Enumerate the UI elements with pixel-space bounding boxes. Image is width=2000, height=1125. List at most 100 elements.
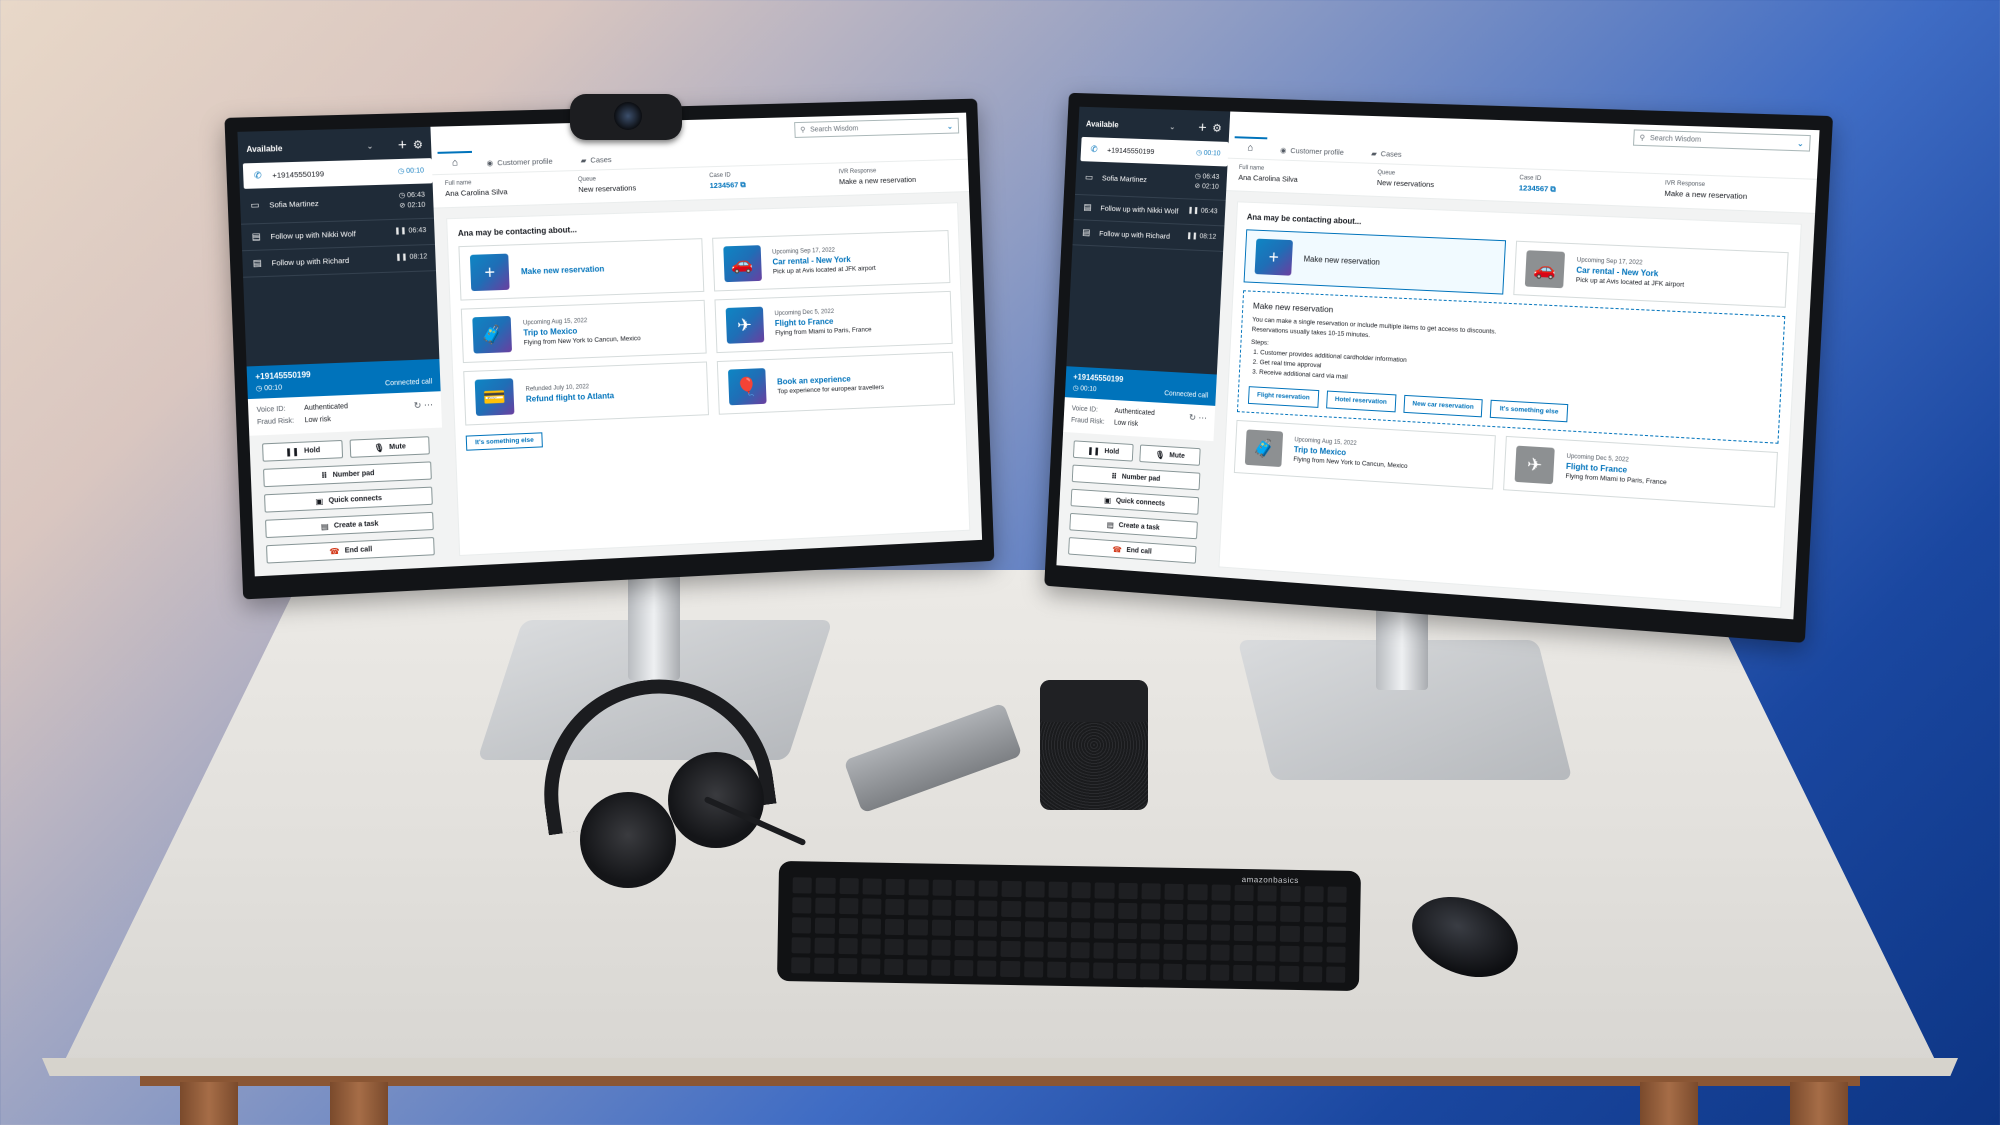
keyboard-key [1209, 944, 1230, 961]
keyboard-key [1256, 925, 1277, 942]
chevron-down-icon[interactable]: ⌄ [947, 121, 954, 130]
tab-cases[interactable]: ▰ Cases [1357, 148, 1416, 164]
quick-connects-button[interactable]: ▣ Quick connects [1070, 488, 1200, 515]
something-else-button[interactable]: It's something else [465, 432, 544, 451]
search-placeholder: Search Wisdom [1649, 134, 1702, 144]
reason-card[interactable]: 🎈 Book an experience Top experience for eu… [716, 351, 955, 415]
keyboard-key [815, 917, 835, 934]
chevron-down-icon[interactable]: ⌄ [1169, 122, 1176, 131]
hold-button[interactable]: ❚❚ Hold [262, 439, 344, 462]
reason-card[interactable]: 🧳 Upcoming Aug 15, 2022 Trip to Mexico Flyi… [1233, 419, 1496, 490]
mute-button[interactable]: 🎙 Mute [349, 436, 430, 458]
quick-connects-button[interactable]: ▣ Quick connects [264, 486, 433, 513]
reason-card[interactable]: 💳 Refunded July 10, 2022 Refund flight to … [463, 361, 709, 426]
timer-value: 00:10 [405, 166, 425, 175]
call-actions: ↻ ⋯ [1188, 410, 1208, 426]
keyboard-key [1257, 905, 1277, 922]
reason-card[interactable]: 🧳 Upcoming Aug 15, 2022 Trip to Mexico Flyi… [460, 299, 707, 364]
search-wisdom-input[interactable]: ⚲ Search Wisdom ⌄ [794, 117, 960, 138]
right-screen: Available ⌄ + ⚙ ✆ +19145550199 ◷ 00:10 ▭… [1056, 106, 1820, 620]
tab-home[interactable]: ⌂ [437, 150, 473, 175]
number-pad-button[interactable]: ⠿ Number pad [263, 461, 432, 488]
reason-card[interactable]: ✈ Upcoming Dec 5, 2022 Flight to France Fly… [1503, 435, 1779, 508]
keyboard-key [1256, 965, 1276, 982]
left-screen: Available ⌄ + ⚙ ✆ +19145550199 ◷ 00:10 ▭… [237, 112, 983, 577]
gear-icon[interactable]: ⚙ [413, 138, 424, 151]
keyboard-key [954, 900, 975, 917]
button-label: End call [1126, 546, 1152, 556]
reason-card[interactable]: 🚗 Upcoming Sep 17, 2022 Car rental - New Y… [1513, 240, 1789, 308]
keyboard-key [838, 917, 858, 935]
end-call-button[interactable]: ☎ End call [1068, 537, 1197, 564]
keyboard-key [1279, 965, 1299, 983]
agent-status-dropdown[interactable]: Available [1086, 120, 1164, 131]
keyboard-key [862, 878, 882, 895]
keyboard-key [1094, 902, 1114, 919]
keyboard-key [1070, 942, 1090, 959]
call-controls: ❚❚ Hold 🎙 Mute ⠿ Number pad ▣ Quick connects… [1056, 431, 1214, 577]
copy-icon[interactable]: ⧉ [1550, 184, 1556, 193]
time: 08:12 [1199, 233, 1217, 241]
number-pad-button[interactable]: ⠿ Number pad [1071, 464, 1201, 491]
more-icon[interactable]: ⋯ [424, 400, 434, 410]
reason-card[interactable]: + Make new reservation [458, 238, 704, 301]
agent-status-dropdown[interactable]: Available [246, 142, 360, 154]
hold-button[interactable]: ❚❚ Hold [1072, 440, 1134, 462]
keyboard-key [1209, 964, 1230, 981]
keyboard-key [1094, 882, 1115, 899]
keyboard-key [1094, 922, 1114, 939]
keyboard-key [1116, 962, 1137, 980]
keyboard-key [1186, 964, 1206, 981]
chevron-down-icon[interactable]: ⌄ [366, 141, 373, 150]
tab-cases[interactable]: ▰ Cases [566, 155, 625, 171]
contact-timer: ◷ 00:10 [397, 166, 425, 175]
keyboard-key [1117, 882, 1138, 900]
keyboard-key [815, 897, 835, 914]
hotel-reservation-button[interactable]: Hotel reservation [1325, 390, 1397, 413]
copy-icon[interactable]: ⧉ [740, 180, 746, 189]
left-monitor: Available ⌄ + ⚙ ✆ +19145550199 ◷ 00:10 ▭… [224, 98, 995, 600]
keyboard-key [1210, 884, 1231, 901]
create-task-button[interactable]: ▤ Create a task [1069, 512, 1198, 540]
keyboard-key [1070, 922, 1091, 939]
reason-card[interactable]: ✈ Upcoming Dec 5, 2022 Flight to France Fly… [713, 290, 953, 354]
button-label: Number pad [332, 469, 375, 479]
search-wisdom-input[interactable]: ⚲ Search Wisdom ⌄ [1632, 129, 1811, 152]
plus-icon[interactable]: + [398, 137, 408, 154]
briefcase-icon: ▰ [1370, 148, 1378, 159]
search-placeholder: Search Wisdom [810, 124, 859, 134]
keyboard-key [792, 877, 813, 894]
keyboard-key [1140, 903, 1161, 920]
hang-up-icon: ☎ [1112, 544, 1122, 554]
end-call-button[interactable]: ☎ End call [266, 537, 435, 564]
reason-card-selected[interactable]: + Make new reservation [1243, 229, 1507, 295]
keyboard-brand: amazonbasics [1241, 875, 1299, 886]
plus-icon[interactable]: + [1198, 119, 1207, 136]
something-else-button[interactable]: It's something else [1490, 400, 1568, 423]
keyboard-key [953, 960, 974, 977]
refresh-icon[interactable]: ↻ [1189, 412, 1197, 422]
case-id-link[interactable]: 1234567 ⧉ [1519, 183, 1655, 198]
keyboard-key [814, 957, 834, 974]
contact-name: Follow up with Richard [271, 255, 350, 268]
car-reservation-button[interactable]: New car reservation [1403, 395, 1484, 418]
keyboard-key [1001, 880, 1022, 898]
button-label: Mute [389, 442, 406, 451]
reason-card[interactable]: 🚗 Upcoming Sep 17, 2022 Car rental - New Y… [711, 230, 951, 292]
case-id-link[interactable]: 1234567 ⧉ [709, 178, 829, 192]
call-controls: ❚❚ Hold 🎙 Mute ⠿ Number pad ▣ Quick connects… [249, 427, 448, 577]
button-label: Quick connects [328, 494, 383, 505]
gear-icon[interactable]: ⚙ [1212, 122, 1222, 135]
tab-home[interactable]: ⌂ [1233, 136, 1268, 160]
tab-customer-profile[interactable]: ◉ Customer profile [472, 156, 567, 173]
refresh-icon[interactable]: ↻ [413, 400, 421, 410]
chevron-down-icon[interactable]: ⌄ [1797, 138, 1805, 148]
flight-reservation-button[interactable]: Flight reservation [1247, 386, 1319, 408]
more-icon[interactable]: ⋯ [1198, 413, 1207, 423]
create-task-button[interactable]: ▤ Create a task [265, 511, 434, 539]
voice-id-value: Authenticated [303, 403, 349, 413]
keyboard-key [1116, 942, 1137, 960]
keyboard-key [814, 937, 835, 954]
mute-button[interactable]: 🎙 Mute [1139, 444, 1201, 466]
agent-workspace: ⚲ Search Wisdom ⌄ ⌂ ◉ Customer profile ▰ C… [430, 112, 983, 567]
